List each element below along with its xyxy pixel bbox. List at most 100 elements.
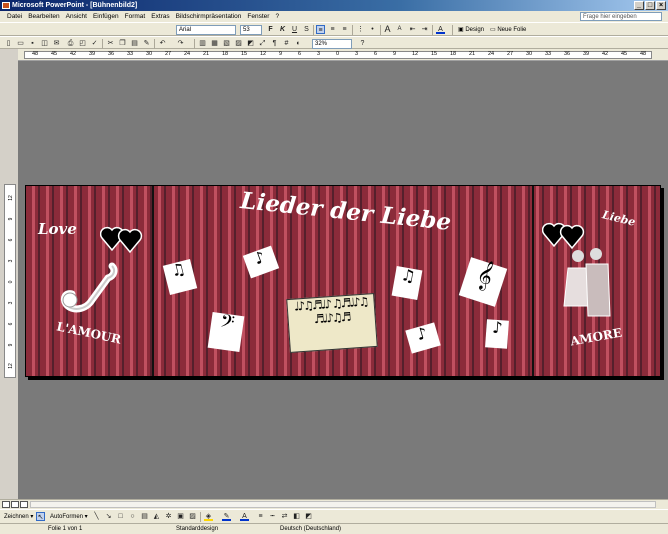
ruler-tick: 36 xyxy=(564,51,571,57)
maximize-button[interactable]: □ xyxy=(645,1,655,10)
menu-edit[interactable]: Bearbeiten xyxy=(25,11,62,22)
decrease-indent-icon[interactable]: ⇤ xyxy=(408,25,417,34)
normal-view-icon[interactable] xyxy=(2,501,10,508)
slide-counter: Folie 1 von 1 xyxy=(48,526,83,532)
diagram-icon[interactable]: ◩ xyxy=(246,39,255,48)
open-icon[interactable]: ▭ xyxy=(16,39,25,48)
print-icon[interactable]: ⎙ xyxy=(66,39,75,48)
menu-slideshow[interactable]: Bildschirmpräsentation xyxy=(173,11,245,22)
wordart-icon[interactable]: ◭ xyxy=(152,512,161,521)
slideshow-icon[interactable] xyxy=(20,501,28,508)
grow-font-icon[interactable]: A xyxy=(383,25,392,34)
menu-insert[interactable]: Einfügen xyxy=(90,11,122,22)
draw-label: Zeichnen xyxy=(4,514,29,520)
oval-icon[interactable]: ○ xyxy=(128,512,137,521)
print-preview-icon[interactable]: ◰ xyxy=(78,39,87,48)
bold-button[interactable]: F xyxy=(266,25,275,34)
title-bar: Microsoft PowerPoint - [Bühnenbild2] _ □… xyxy=(0,0,668,11)
minimize-button[interactable]: _ xyxy=(634,1,644,10)
new-document-icon[interactable]: ▯ xyxy=(4,39,13,48)
slide-title[interactable]: Lieder der Liebe xyxy=(239,187,452,236)
textbox-icon[interactable]: ▤ xyxy=(140,512,149,521)
permission-icon[interactable]: ◫ xyxy=(40,39,49,48)
shadow-button[interactable]: S xyxy=(302,25,311,34)
close-button[interactable]: × xyxy=(656,1,666,10)
insert-chart-icon[interactable]: ▥ xyxy=(198,39,207,48)
menu-window[interactable]: Fenster xyxy=(244,11,272,22)
font-size-select[interactable]: 53 xyxy=(240,25,262,35)
panel-divider-right xyxy=(532,186,534,376)
zoom-select[interactable]: 32% xyxy=(312,39,352,49)
line-style-icon[interactable]: ≡ xyxy=(256,512,265,521)
formatting-toolbar: Arial 53 F K U S ≡ ≡ ≡ ⋮ • A A ⇤ ⇥ A ▣ D… xyxy=(0,22,668,36)
numbering-icon[interactable]: ⋮ xyxy=(356,25,365,34)
text-color-icon[interactable]: A xyxy=(240,512,249,521)
fill-color-icon[interactable]: ◈ xyxy=(204,512,213,521)
shrink-font-icon[interactable]: A xyxy=(395,25,404,34)
love-text[interactable]: Love xyxy=(38,220,77,238)
design-button[interactable]: ▣ Design xyxy=(458,26,484,34)
grid-icon[interactable]: # xyxy=(282,39,291,48)
tables-borders-icon[interactable]: ▧ xyxy=(222,39,231,48)
align-center-icon[interactable]: ≡ xyxy=(328,25,337,34)
arrow-style-icon[interactable]: ⇄ xyxy=(280,512,289,521)
picture-icon[interactable]: ▨ xyxy=(188,512,197,521)
align-left-icon[interactable]: ≡ xyxy=(316,25,325,34)
paste-icon[interactable]: ▤ xyxy=(130,39,139,48)
rectangle-icon[interactable]: □ xyxy=(116,512,125,521)
undo-icon[interactable]: ↶ xyxy=(158,39,167,48)
help-search-input[interactable]: Frage hier eingeben xyxy=(580,12,662,21)
menu-tools[interactable]: Extras xyxy=(148,11,172,22)
email-icon[interactable]: ✉ xyxy=(52,39,61,48)
amore-text[interactable]: AMORE xyxy=(569,326,623,349)
menu-file[interactable]: Datei xyxy=(4,11,25,22)
insert-picture-icon[interactable]: ▨ xyxy=(234,39,243,48)
ruler-tick: 36 xyxy=(108,51,115,57)
clipart-icon[interactable]: ▣ xyxy=(176,512,185,521)
insert-table-icon[interactable]: ▦ xyxy=(210,39,219,48)
redo-icon[interactable]: ↷ xyxy=(176,39,185,48)
slide-work-area[interactable]: Love L'AMOUR Lieder der Liebe ♫ ♪ 𝄢 ♩♪♫♬… xyxy=(18,61,668,499)
saxophone-icon xyxy=(60,262,118,313)
align-right-icon[interactable]: ≡ xyxy=(340,25,349,34)
bullets-icon[interactable]: • xyxy=(368,25,377,34)
horizontal-scrollbar[interactable] xyxy=(0,499,668,509)
spelling-icon[interactable]: ✓ xyxy=(90,39,99,48)
3d-style-icon[interactable]: ◩ xyxy=(304,512,313,521)
italic-button[interactable]: K xyxy=(278,25,287,34)
font-select[interactable]: Arial xyxy=(176,25,236,35)
help-icon[interactable]: ? xyxy=(358,39,367,48)
select-objects-icon[interactable]: ↖ xyxy=(36,512,45,521)
save-icon[interactable]: ▪ xyxy=(28,39,37,48)
window-title: Microsoft PowerPoint - [Bühnenbild2] xyxy=(12,2,138,9)
menu-format[interactable]: Format xyxy=(122,11,149,22)
shadow-style-icon[interactable]: ◧ xyxy=(292,512,301,521)
expand-icon[interactable]: ⤢ xyxy=(258,39,267,48)
lamour-text[interactable]: L'AMOUR xyxy=(55,319,122,346)
line-icon[interactable]: ╲ xyxy=(92,512,101,521)
ruler-tick: 42 xyxy=(70,51,77,57)
increase-indent-icon[interactable]: ⇥ xyxy=(420,25,429,34)
arrow-icon[interactable]: ↘ xyxy=(104,512,113,521)
ruler-tick: 30 xyxy=(146,51,153,57)
slide[interactable]: Love L'AMOUR Lieder der Liebe ♫ ♪ 𝄢 ♩♪♫♬… xyxy=(25,185,661,377)
ruler-tick: 3 xyxy=(317,51,321,57)
copy-icon[interactable]: ❐ xyxy=(118,39,127,48)
draw-menu-button[interactable]: Zeichnen ▾ xyxy=(4,513,33,521)
autoshapes-button[interactable]: AutoFormen ▾ xyxy=(50,513,88,521)
underline-button[interactable]: U xyxy=(290,25,299,34)
color-grayscale-icon[interactable]: ◐ xyxy=(294,39,303,48)
line-color-icon[interactable]: ✎ xyxy=(222,512,231,521)
scroll-track[interactable] xyxy=(30,501,656,508)
diagram-insert-icon[interactable]: ✲ xyxy=(164,512,173,521)
cut-icon[interactable]: ✂ xyxy=(106,39,115,48)
slide-sorter-icon[interactable] xyxy=(11,501,19,508)
show-formatting-icon[interactable]: ¶ xyxy=(270,39,279,48)
menu-view[interactable]: Ansicht xyxy=(63,11,90,22)
liebe-text[interactable]: Liebe xyxy=(601,208,637,229)
dash-style-icon[interactable]: ┅ xyxy=(268,512,277,521)
menu-help[interactable]: ? xyxy=(272,11,282,22)
font-color-icon[interactable]: A xyxy=(436,25,445,34)
format-painter-icon[interactable]: ✎ xyxy=(142,39,151,48)
new-slide-button[interactable]: ▭ Neue Folie xyxy=(490,26,526,34)
